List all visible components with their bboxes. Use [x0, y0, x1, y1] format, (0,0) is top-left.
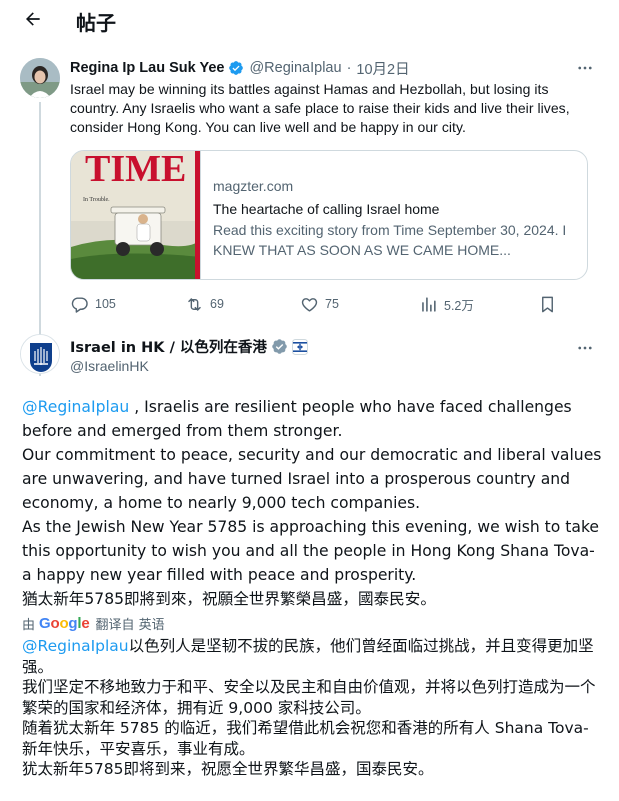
views-count: 5.2万	[444, 298, 474, 313]
views-button[interactable]: 5.2万	[419, 290, 474, 318]
separator: ·	[346, 60, 352, 76]
flag-icon	[291, 338, 308, 355]
tweet-text: Israel may be winning its battles agains…	[70, 81, 570, 135]
author-handle[interactable]: @IsraelinHK	[70, 358, 149, 374]
card-description: Read this exciting story from Time Septe…	[213, 222, 567, 258]
tweet-text: @ReginaIplau , Israelis are resilient pe…	[22, 395, 602, 611]
google-logo: Google	[39, 614, 90, 632]
link-card[interactable]: TIME In Trouble. magzter.com The heartac…	[70, 150, 588, 280]
card-thumbnail: TIME In Trouble.	[71, 151, 201, 279]
verified-badge-icon	[228, 60, 244, 76]
author-name[interactable]: Israel in HK / 以色列在香港	[70, 336, 267, 357]
back-arrow-icon	[26, 12, 40, 26]
translated-paragraph: 犹太新年5785即将到来，祝愿全世界繁华昌盛，国泰民安。	[22, 760, 434, 778]
tweet-date[interactable]: 10月2日	[356, 58, 409, 79]
tweet-paragraph: 猶太新年5785即將到來，祝願全世界繁榮昌盛，國泰民安。	[22, 590, 436, 608]
tweet-paragraph: As the Jewish New Year 5785 is approachi…	[22, 518, 600, 584]
views-icon	[422, 296, 436, 312]
card-masthead: TIME	[85, 151, 186, 190]
tweet-header: Israel in HK / 以色列在香港	[70, 336, 308, 357]
tweet-header: Regina Ip Lau Suk Yee @ReginaIplau · 10月…	[70, 58, 410, 78]
tweet-actions: 105 69 75 5.2万	[70, 290, 570, 318]
verified-badge-icon	[271, 338, 288, 355]
reply-icon	[71, 296, 88, 313]
retweet-count: 69	[210, 297, 224, 311]
card-cover-caption: In Trouble.	[83, 197, 110, 203]
top-bar: 帖子	[0, 0, 619, 40]
author-name[interactable]: Regina Ip Lau Suk Yee	[70, 60, 224, 76]
card-title: The heartache of calling Israel home	[213, 201, 440, 217]
like-icon	[301, 297, 318, 312]
reply-count: 105	[95, 297, 116, 311]
more-icon	[578, 346, 592, 350]
reply-button[interactable]: 105	[70, 290, 116, 318]
tweet-paragraph: Our commitment to peace, security and ou…	[22, 446, 602, 512]
mention-link[interactable]: @ReginaIplau	[22, 637, 129, 655]
like-button[interactable]: 75	[300, 290, 339, 318]
retweet-button[interactable]: 69	[185, 290, 224, 318]
more-button[interactable]	[573, 338, 597, 358]
more-icon	[578, 66, 592, 70]
translated-paragraph: @ReginaIplau以色列人是坚韧不拔的民族，他们曾经面临过挑战，并且变得更…	[22, 636, 607, 677]
translated-paragraph: 我们坚定不移地致力于和平、安全以及民主和自由价值观，并将以色列打造成为一个繁荣的…	[22, 678, 596, 717]
author-handle[interactable]: @ReginaIplau	[249, 60, 341, 76]
retweet-icon	[188, 297, 201, 311]
card-info: magzter.com The heartache of calling Isr…	[213, 177, 583, 260]
card-domain: magzter.com	[213, 178, 294, 194]
back-button[interactable]	[18, 6, 48, 32]
mention-link[interactable]: @ReginaIplau	[22, 398, 129, 416]
translated-paragraph: 随着犹太新年 5785 的临近，我们希望借此机会祝您和香港的所有人 Shana …	[22, 719, 589, 758]
avatar[interactable]	[20, 58, 60, 98]
bookmark-icon	[542, 296, 553, 312]
emblem-icon	[21, 335, 59, 373]
bookmark-button[interactable]	[538, 290, 557, 318]
tweet-paragraph: @ReginaIplau , Israelis are resilient pe…	[22, 395, 602, 443]
translate-prefix: 由	[22, 617, 36, 633]
translate-label[interactable]: 翻译自 英语	[96, 614, 165, 633]
like-count: 75	[325, 297, 339, 311]
page-title: 帖子	[76, 11, 116, 35]
translation-attribution: 由 Google 翻译自 英语	[22, 613, 165, 633]
avatar[interactable]	[20, 334, 60, 374]
translated-text: @ReginaIplau以色列人是坚韧不拔的民族，他们曾经面临过挑战，并且变得更…	[22, 636, 607, 780]
more-button[interactable]	[573, 58, 597, 78]
